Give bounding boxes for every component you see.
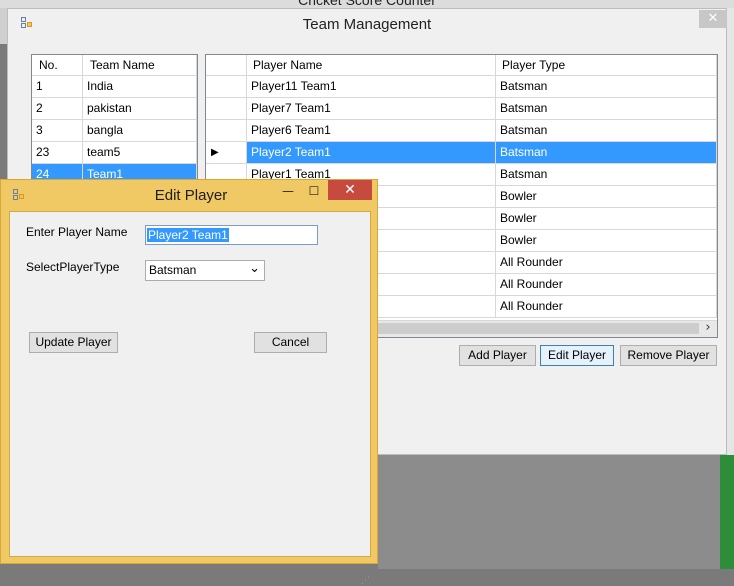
- player-row-type[interactable]: Batsman: [496, 120, 717, 142]
- player-row-type[interactable]: Bowler: [496, 208, 717, 230]
- edit-player-dialog: Edit Player — ☐ ✕ Enter Player Name Play…: [0, 179, 378, 586]
- team-row-name[interactable]: bangla: [83, 120, 197, 142]
- team-row-no[interactable]: 2: [32, 98, 83, 120]
- team-row-no[interactable]: 23: [32, 142, 83, 164]
- players-header-name[interactable]: Player Name: [247, 55, 496, 76]
- desktop-background-accent: [720, 455, 734, 569]
- dialog-close-button[interactable]: ✕: [328, 180, 372, 200]
- player-row-type[interactable]: Batsman: [496, 76, 717, 98]
- player-name-input[interactable]: Player2 Team1: [145, 225, 318, 245]
- teams-header-no[interactable]: No.: [32, 55, 83, 76]
- player-row-name[interactable]: Player7 Team1: [247, 98, 496, 120]
- team-row-no[interactable]: 1: [32, 76, 83, 98]
- window-title: Team Management: [302, 16, 432, 33]
- player-row-type[interactable]: Bowler: [496, 230, 717, 252]
- row-header[interactable]: [206, 76, 247, 98]
- players-header-corner: [206, 55, 247, 76]
- chevron-down-icon: ⌄: [249, 260, 260, 275]
- scrollbar-thumb[interactable]: [374, 323, 699, 334]
- team-management-titlebar: Team Management ✕: [8, 9, 727, 39]
- remove-player-button[interactable]: Remove Player: [620, 345, 717, 366]
- teams-grid[interactable]: No. Team Name 1 India 2 pakistan 3 bangla 23 te…: [31, 54, 198, 186]
- player-row-name[interactable]: Player2 Team1: [247, 142, 496, 164]
- player-type-label: SelectPlayerType: [26, 260, 120, 274]
- player-row-type[interactable]: All Rounder: [496, 252, 717, 274]
- team-row-name[interactable]: pakistan: [83, 98, 197, 120]
- row-indicator-icon[interactable]: ▶: [206, 142, 247, 164]
- player-row-type[interactable]: Batsman: [496, 98, 717, 120]
- add-player-button[interactable]: Add Player: [459, 345, 536, 366]
- player-row-name[interactable]: Player6 Team1: [247, 120, 496, 142]
- update-player-button[interactable]: Update Player: [29, 332, 118, 353]
- desktop-background: [378, 455, 720, 569]
- player-row-type[interactable]: All Rounder: [496, 274, 717, 296]
- edit-player-button[interactable]: Edit Player: [540, 345, 614, 366]
- scroll-right-arrow[interactable]: ›: [701, 321, 715, 336]
- player-row-type[interactable]: Bowler: [496, 186, 717, 208]
- players-header-type[interactable]: Player Type: [496, 55, 717, 76]
- maximize-button[interactable]: ☐: [302, 182, 326, 200]
- player-type-select[interactable]: Batsman ⌄: [145, 260, 265, 281]
- background-window-title: Cricket Score Counter: [298, 0, 436, 8]
- player-row-type[interactable]: All Rounder: [496, 296, 717, 318]
- dialog-client-area: Enter Player Name Player2 Team1 SelectPl…: [9, 211, 371, 586]
- cancel-button[interactable]: Cancel: [254, 332, 327, 353]
- minimize-button[interactable]: —: [276, 182, 300, 200]
- player-row-name[interactable]: Player11 Team1: [247, 76, 496, 98]
- team-row-name[interactable]: India: [83, 76, 197, 98]
- close-button[interactable]: ✕: [699, 10, 727, 28]
- team-row-name[interactable]: team5: [83, 142, 197, 164]
- team-row-no[interactable]: 3: [32, 120, 83, 142]
- row-header[interactable]: [206, 98, 247, 120]
- player-row-type[interactable]: Batsman: [496, 164, 717, 186]
- teams-header-name[interactable]: Team Name: [83, 55, 197, 76]
- resize-grip-icon[interactable]: ⋰: [361, 576, 371, 586]
- row-header[interactable]: [206, 120, 247, 142]
- player-name-label: Enter Player Name: [26, 225, 128, 239]
- player-type-value: Batsman: [149, 263, 197, 277]
- player-row-type[interactable]: Batsman: [496, 142, 717, 164]
- player-name-value: Player2 Team1: [147, 228, 229, 242]
